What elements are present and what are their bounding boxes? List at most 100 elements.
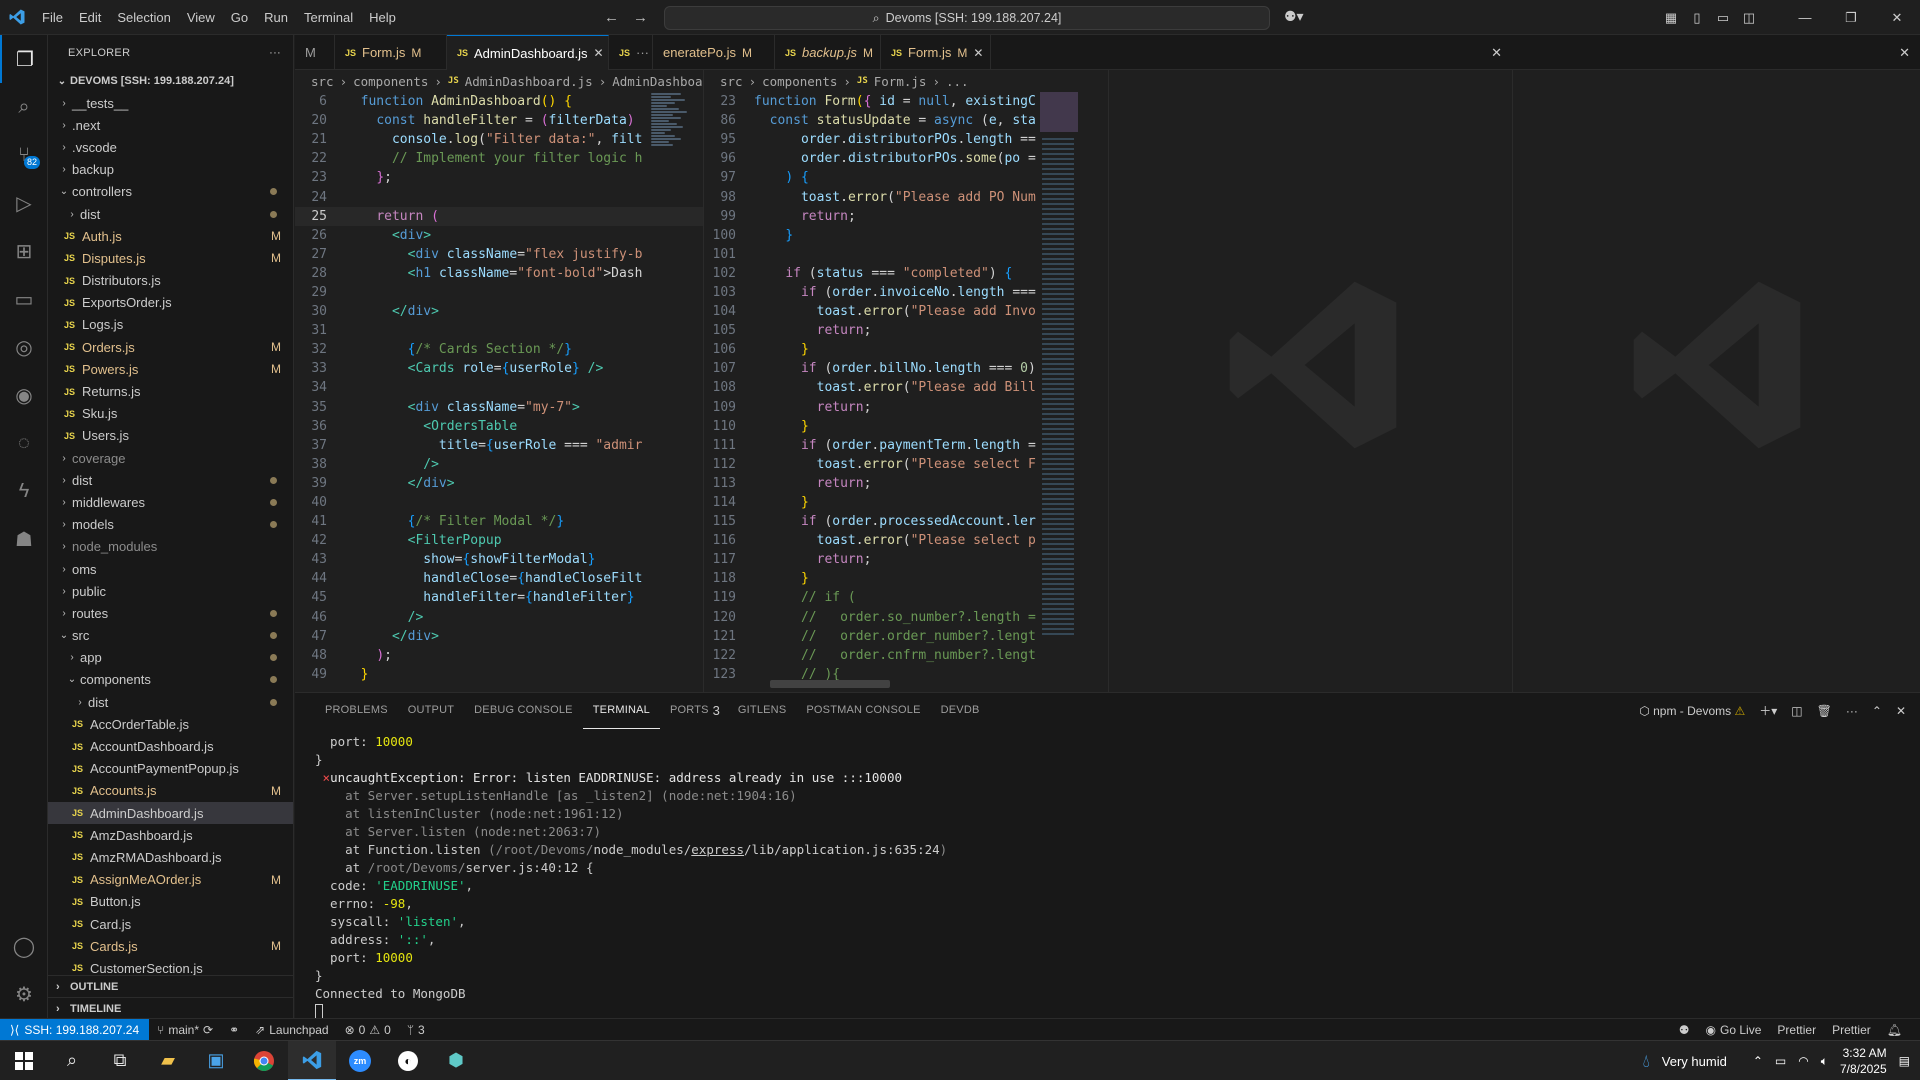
gitlens-icon[interactable]: ◎ [0, 323, 48, 371]
python-icon[interactable]: ☗ [0, 515, 48, 563]
folder-item[interactable]: › coverage [48, 447, 293, 469]
outline-section[interactable]: › OUTLINE [48, 975, 293, 997]
editor-tab[interactable]: JS ··· [609, 35, 653, 70]
code-line[interactable]: 41 {/* Filter Modal */} [295, 512, 703, 531]
folder-item[interactable]: › .next [48, 114, 293, 136]
breadcrumb-item[interactable]: components [762, 74, 837, 89]
folder-item[interactable]: › public [48, 580, 293, 602]
folder-item[interactable]: › oms [48, 558, 293, 580]
menu-terminal[interactable]: Terminal [296, 0, 361, 35]
panel-tab-problems[interactable]: PROBLEMS [315, 693, 398, 728]
vscode-taskbar-icon[interactable] [288, 1040, 336, 1080]
timeline-section[interactable]: › TIMELINE [48, 997, 293, 1018]
file-item[interactable]: JS AdminDashboard.js [48, 802, 293, 825]
terminal-output[interactable]: port: 10000} × uncaughtException: Error:… [295, 728, 1920, 1020]
minimize-icon[interactable]: — [1782, 10, 1828, 26]
close-icon[interactable]: ✕ [973, 46, 983, 60]
code-line[interactable]: 23 }; [295, 168, 703, 187]
code-line[interactable]: 33 <Cards role={userRole} /> [295, 359, 703, 378]
close-secondary-icon[interactable]: ✕ [1899, 45, 1910, 61]
breadcrumb[interactable]: src › components › JS Form.js ›... [704, 70, 1108, 92]
weather-label[interactable]: Very humid [1662, 1054, 1727, 1069]
clock[interactable]: 3:32 AM 7/8/2025 [1840, 1045, 1887, 1077]
run-debug-icon[interactable]: ▷ [0, 179, 48, 227]
code-line[interactable]: 22 // Implement your filter logic h [295, 149, 703, 168]
settings-gear-icon[interactable]: ⚙ [0, 970, 48, 1018]
go-live-button[interactable]: ◉ Go Live [1698, 1023, 1770, 1037]
code-line[interactable]: 32 {/* Cards Section */} [295, 340, 703, 359]
source-control-icon[interactable]: ⑂ 82 [0, 131, 48, 179]
database-icon[interactable]: ◌ [0, 419, 48, 467]
panel-tab-postman-console[interactable]: POSTMAN CONSOLE [796, 693, 930, 728]
folder-item[interactable]: ⌄ src [48, 625, 293, 647]
workspace-root[interactable]: ⌄ DEVOMS [SSH: 199.188.207.24] [48, 70, 293, 92]
editor-tab[interactable]: JS AdminDashboard.js ✕ [447, 35, 609, 70]
prettier-status-2[interactable]: Prettier [1824, 1023, 1879, 1037]
prettier-status[interactable]: Prettier [1769, 1023, 1824, 1037]
folder-item[interactable]: › .vscode [48, 136, 293, 158]
folder-item[interactable]: ⌄ components [48, 669, 293, 691]
editor-tab[interactable]: JS backup.js M [775, 35, 881, 70]
code-line[interactable]: 122 // order.cnfrm_number?.lengt [704, 646, 1108, 665]
customize-layout-icon[interactable]: ▦ [1658, 10, 1684, 26]
folder-item[interactable]: › dist [48, 691, 293, 713]
code-line[interactable]: 36 <OrdersTable [295, 417, 703, 436]
forward-arrow-icon[interactable]: → [633, 0, 648, 35]
file-item[interactable]: JS Returns.js [48, 380, 293, 402]
zoom-icon[interactable]: zm [336, 1041, 384, 1080]
file-item[interactable]: JS AssignMeAOrder.js M [48, 869, 293, 891]
file-item[interactable]: JS Orders.js M [48, 336, 293, 358]
explorer-icon[interactable]: ❐ [0, 35, 48, 83]
breadcrumb-item[interactable]: ... [946, 74, 969, 89]
file-item[interactable]: JS Distributors.js [48, 270, 293, 292]
file-item[interactable]: JS AmzDashboard.js [48, 824, 293, 846]
store-icon[interactable]: ▣ [192, 1041, 240, 1080]
back-arrow-icon[interactable]: ← [604, 0, 619, 35]
code-line[interactable]: 27 <div className="flex justify-b [295, 245, 703, 264]
code-line[interactable]: 26 <div> [295, 226, 703, 245]
folder-item[interactable]: › models [48, 514, 293, 536]
code-line[interactable]: 30 </div> [295, 302, 703, 321]
kill-terminal-icon[interactable]: 🗑 [1817, 704, 1832, 718]
search-icon[interactable]: ⌕ [0, 83, 48, 131]
battery-icon[interactable]: ▭ [1775, 1054, 1786, 1068]
code-line[interactable]: 6 function AdminDashboard() { [295, 92, 703, 111]
more-actions-icon[interactable]: ··· [269, 47, 281, 59]
code-line[interactable]: 39 </div> [295, 474, 703, 493]
branch-indicator[interactable]: ⑂ main* ⟳ [149, 1023, 221, 1037]
panel-tab-devdb[interactable]: DEVDB [931, 693, 990, 728]
panel-tab-debug-console[interactable]: DEBUG CONSOLE [464, 693, 583, 728]
file-item[interactable]: JS Sku.js [48, 403, 293, 425]
menu-view[interactable]: View [179, 0, 223, 35]
editor-left[interactable]: src › components › JS AdminDashboard.js › Admin… [295, 70, 703, 692]
devtool-icon[interactable]: ⬢ [432, 1041, 480, 1080]
notifications-bell-icon[interactable]: 🔔︎ [1879, 1023, 1910, 1037]
folder-item[interactable]: › middlewares [48, 491, 293, 513]
toggle-secondary-sidebar-icon[interactable]: ◫ [1736, 10, 1762, 26]
command-center-search[interactable]: ⌕ Devoms [SSH: 199.188.207.24] [664, 6, 1270, 30]
search-icon[interactable]: ⌕ [48, 1041, 96, 1080]
folder-item[interactable]: › node_modules [48, 536, 293, 558]
windows-start-icon[interactable] [0, 1041, 48, 1080]
menu-run[interactable]: Run [256, 0, 296, 35]
toggle-panel-icon[interactable]: ▭ [1710, 10, 1736, 26]
gitlens-status[interactable]: ⚭ [221, 1023, 247, 1037]
breadcrumb-item[interactable]: src [720, 74, 743, 89]
code-line[interactable]: 37 title={userRole === "admir [295, 436, 703, 455]
code-line[interactable]: 47 </div> [295, 627, 703, 646]
weather-icon[interactable]: 💧︎ [1643, 1051, 1650, 1072]
code-line[interactable]: 38 /> [295, 455, 703, 474]
breadcrumb-item[interactable]: AdminDashboard.js [465, 74, 593, 89]
account-icon[interactable]: ◯ [0, 922, 48, 970]
thunder-client-icon[interactable]: ϟ [0, 467, 48, 515]
terminal-selector[interactable]: ⬡ npm - Devoms ⚠ [1639, 704, 1745, 718]
folder-item[interactable]: › app [48, 647, 293, 669]
breadcrumb[interactable]: src › components › JS AdminDashboard.js › Admin… [295, 70, 703, 92]
close-icon[interactable]: ✕ [593, 46, 603, 60]
file-item[interactable]: JS Cards.js M [48, 935, 293, 957]
code-line[interactable]: 46 /> [295, 608, 703, 627]
close-panel-icon[interactable]: ✕ [1896, 704, 1906, 718]
more-actions-icon[interactable]: ··· [636, 45, 649, 60]
file-item[interactable]: JS Powers.js M [48, 358, 293, 380]
minimap[interactable] [1040, 92, 1080, 638]
